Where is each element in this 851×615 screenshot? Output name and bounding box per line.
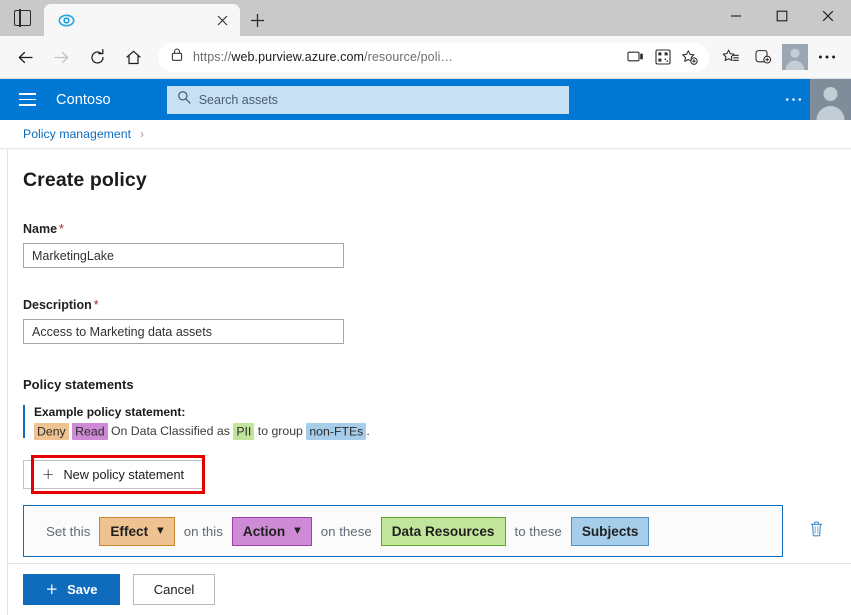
example-token-non-ftes: non-FTEs	[306, 423, 366, 440]
lock-icon	[170, 47, 184, 67]
policy-form: Name* MarketingLake Description* Access …	[0, 222, 851, 557]
back-button[interactable]	[8, 40, 42, 74]
window-controls	[713, 0, 851, 32]
policy-statement-row: Set this Effect on this Action on these …	[23, 505, 851, 557]
address-bar-url: https://web.purview.azure.com/resource/p…	[193, 50, 453, 64]
refresh-button[interactable]	[80, 40, 114, 74]
required-indicator: *	[59, 222, 64, 236]
description-input-value: Access to Marketing data assets	[32, 325, 212, 339]
statement-text-to-these: to these	[515, 524, 562, 539]
qr-code-icon[interactable]	[649, 44, 676, 71]
app-header: Contoso Search assets	[0, 79, 851, 120]
url-host: web.purview.azure.com	[231, 50, 364, 64]
hamburger-icon[interactable]	[12, 85, 42, 115]
example-statement-line: Deny Read On Data Classified as PII to g…	[34, 424, 851, 438]
new-tab-button[interactable]	[240, 4, 274, 36]
brand-label: Contoso	[56, 92, 111, 108]
example-policy-statement: Example policy statement: Deny Read On D…	[23, 405, 851, 438]
avatar	[782, 44, 808, 70]
cancel-label: Cancel	[154, 582, 194, 597]
action-dropdown[interactable]: Action	[232, 517, 312, 546]
example-token-pii: PII	[233, 423, 254, 440]
save-button[interactable]: + Save	[23, 574, 120, 605]
example-token-mid2: to group	[254, 424, 306, 438]
save-label: Save	[67, 582, 97, 597]
subjects-button[interactable]: Subjects	[571, 517, 650, 546]
data-resources-button[interactable]: Data Resources	[381, 517, 506, 546]
search-input[interactable]: Search assets	[167, 86, 569, 114]
address-bar[interactable]: https://web.purview.azure.com/resource/p…	[158, 43, 709, 72]
purview-app: Contoso Search assets	[0, 79, 851, 615]
new-policy-statement-label: New policy statement	[63, 468, 184, 482]
example-token-read: Read	[72, 423, 107, 440]
favorites-icon[interactable]	[715, 41, 747, 73]
new-policy-statement-button[interactable]: + New policy statement	[23, 460, 203, 489]
page-title: Create policy	[0, 149, 851, 192]
title-bar	[0, 0, 851, 36]
home-button[interactable]	[116, 40, 150, 74]
url-scheme: https://	[193, 50, 231, 64]
name-label: Name*	[23, 222, 851, 236]
add-favorite-icon[interactable]	[676, 44, 703, 71]
profile-avatar[interactable]	[779, 41, 811, 73]
vertical-tabs-icon	[14, 10, 31, 26]
plus-icon: +	[46, 582, 59, 597]
browser-window: https://web.purview.azure.com/resource/p…	[0, 0, 851, 615]
statement-text-set-this: Set this	[46, 524, 90, 539]
statement-text-on-these: on these	[321, 524, 372, 539]
breadcrumb: Policy management ›	[0, 120, 851, 149]
effect-dropdown[interactable]: Effect	[99, 517, 174, 546]
chevron-right-icon: ›	[140, 127, 144, 141]
delete-statement-button[interactable]	[801, 516, 831, 546]
name-input-value: MarketingLake	[32, 249, 114, 263]
close-icon[interactable]	[214, 12, 230, 28]
statement-text-on-this: on this	[184, 524, 223, 539]
app-more-icon[interactable]	[776, 97, 810, 102]
policy-statement-card: Set this Effect on this Action on these …	[23, 505, 783, 557]
search-icon	[177, 90, 191, 109]
required-indicator: *	[94, 298, 99, 312]
example-heading: Example policy statement:	[34, 405, 851, 419]
example-token-deny: Deny	[34, 423, 69, 440]
example-token-period: .	[366, 424, 369, 438]
minimize-button[interactable]	[713, 0, 759, 32]
purview-eye-icon	[58, 12, 75, 29]
cast-to-device-icon[interactable]	[622, 44, 649, 71]
address-bar-icons	[622, 44, 703, 71]
name-input[interactable]: MarketingLake	[23, 243, 344, 268]
description-input[interactable]: Access to Marketing data assets	[23, 319, 344, 344]
vertical-tabs-button[interactable]	[0, 0, 44, 36]
trash-icon	[809, 520, 824, 542]
forward-button	[44, 40, 78, 74]
collections-icon[interactable]	[747, 41, 779, 73]
form-footer: + Save Cancel	[8, 563, 851, 615]
browser-action-icons	[715, 41, 843, 73]
browser-toolbar: https://web.purview.azure.com/resource/p…	[0, 36, 851, 79]
breadcrumb-item-policy-management[interactable]: Policy management	[23, 127, 131, 141]
browser-tab[interactable]	[44, 4, 240, 36]
new-policy-statement-container: + New policy statement	[23, 460, 213, 489]
description-label: Description*	[23, 298, 851, 312]
plus-icon: +	[42, 467, 55, 482]
app-header-right	[776, 79, 851, 120]
policy-statements-heading: Policy statements	[23, 377, 851, 392]
maximize-button[interactable]	[759, 0, 805, 32]
user-avatar[interactable]	[810, 79, 851, 120]
url-path: /resource/poli…	[364, 50, 453, 64]
example-token-mid1: On Data Classified as	[108, 424, 234, 438]
cancel-button[interactable]: Cancel	[133, 574, 215, 605]
panel-left-border	[7, 149, 8, 615]
search-placeholder: Search assets	[199, 93, 278, 107]
settings-and-more-icon[interactable]	[811, 41, 843, 73]
close-window-button[interactable]	[805, 0, 851, 32]
page-content: Create policy Name* MarketingLake Descri…	[0, 149, 851, 615]
